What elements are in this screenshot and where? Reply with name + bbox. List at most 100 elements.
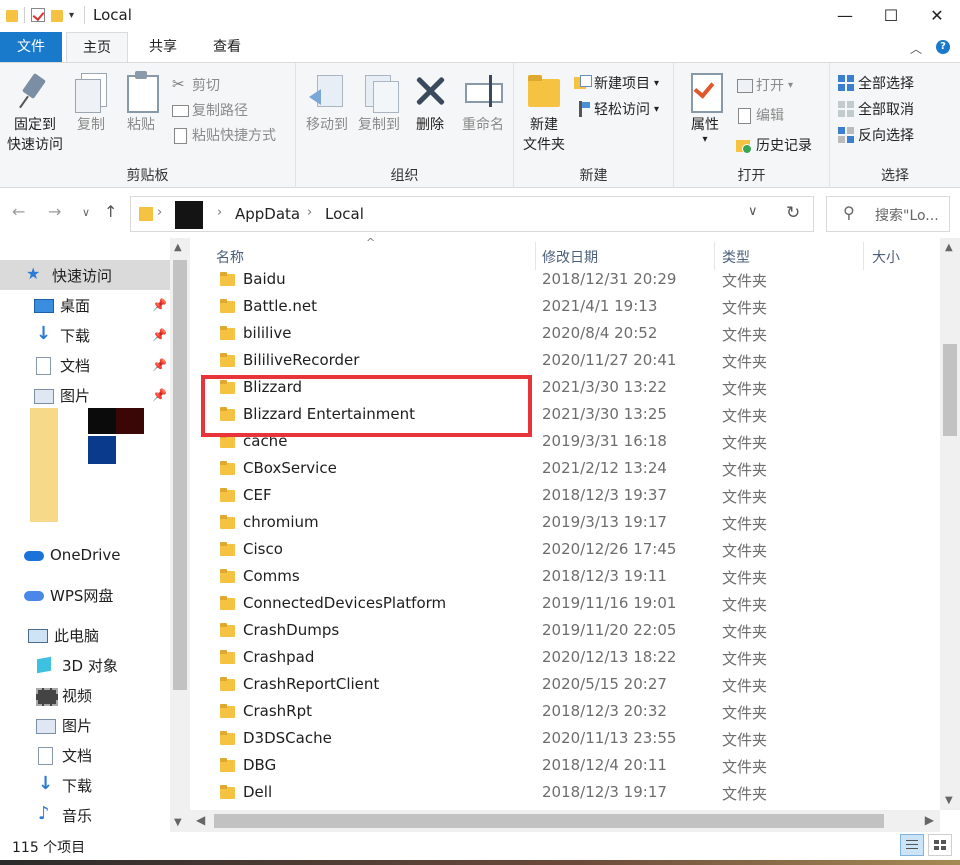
- select-all-button[interactable]: 全部选择: [838, 71, 914, 95]
- details-view-button[interactable]: [900, 834, 924, 856]
- file-row[interactable]: BililiveRecorder 2020/11/27 20:41 文件夹: [190, 347, 940, 374]
- file-row[interactable]: Blizzard 2021/3/30 13:22 文件夹: [190, 374, 940, 401]
- move-to-button[interactable]: 移动到: [300, 71, 354, 135]
- file-row[interactable]: Crashpad 2020/12/13 18:22 文件夹: [190, 644, 940, 671]
- nav-pc-downloads[interactable]: 下载: [36, 770, 92, 800]
- file-row[interactable]: Comms 2018/12/3 19:11 文件夹: [190, 563, 940, 590]
- file-row[interactable]: CrashReportClient 2020/5/15 20:27 文件夹: [190, 671, 940, 698]
- nav-pictures[interactable]: 图片: [34, 380, 90, 410]
- address-history-chevron-icon[interactable]: ∨: [748, 204, 758, 219]
- copy-path-button[interactable]: 复制路径: [172, 98, 248, 122]
- back-arrow-icon[interactable]: ←: [12, 202, 25, 221]
- nav-downloads[interactable]: 下载: [34, 320, 90, 350]
- edit-button[interactable]: 编辑: [736, 103, 784, 127]
- recent-locations-chevron-icon[interactable]: ∨: [82, 206, 90, 219]
- scroll-down-icon[interactable]: ▼: [174, 817, 182, 828]
- history-button[interactable]: 历史记录: [736, 133, 812, 157]
- refresh-icon[interactable]: ↻: [786, 203, 800, 223]
- chevron-right-icon[interactable]: ›: [307, 205, 312, 220]
- tab-home[interactable]: 主页: [66, 32, 128, 62]
- tab-file[interactable]: 文件: [0, 32, 62, 62]
- pin-icon[interactable]: 📌: [152, 298, 167, 312]
- nav-desktop[interactable]: 桌面: [34, 290, 90, 320]
- nav-pc-pictures[interactable]: 图片: [36, 710, 92, 740]
- breadcrumb-local[interactable]: Local: [325, 205, 364, 223]
- file-row[interactable]: CrashRpt 2018/12/3 20:32 文件夹: [190, 698, 940, 725]
- chevron-right-icon[interactable]: ›: [157, 205, 162, 220]
- file-row[interactable]: Battle.net 2021/4/1 19:13 文件夹: [190, 293, 940, 320]
- chevron-right-icon[interactable]: ›: [217, 205, 222, 220]
- nav-music[interactable]: 音乐: [36, 800, 92, 830]
- nav-videos[interactable]: 视频: [36, 680, 92, 710]
- easy-access-button[interactable]: 轻松访问 ▾: [574, 97, 659, 121]
- paste-button[interactable]: 粘贴: [120, 71, 162, 135]
- scroll-up-icon[interactable]: ▲: [174, 242, 182, 253]
- pin-icon[interactable]: 📌: [152, 388, 167, 402]
- rename-button[interactable]: 重命名: [456, 71, 510, 135]
- nav-quick-access[interactable]: 快速访问: [0, 260, 170, 290]
- file-row[interactable]: cache 2019/3/31 16:18 文件夹: [190, 428, 940, 455]
- delete-button[interactable]: 删除: [410, 71, 450, 135]
- file-list-scrollbar[interactable]: ▲ ▼: [940, 238, 960, 810]
- nav-scrollbar[interactable]: ▲ ▼: [170, 238, 190, 832]
- breadcrumb-appdata[interactable]: AppData: [235, 205, 300, 223]
- select-none-button[interactable]: 全部取消: [838, 97, 914, 121]
- column-name[interactable]: 名称: [216, 247, 244, 267]
- column-type[interactable]: 类型: [722, 247, 750, 267]
- chevron-down-icon[interactable]: ▾: [69, 10, 74, 21]
- nav-onedrive[interactable]: OneDrive: [24, 540, 121, 570]
- file-row[interactable]: bililive 2020/8/4 20:52 文件夹: [190, 320, 940, 347]
- properties-checkbox-icon[interactable]: [31, 8, 45, 22]
- scrollbar-thumb[interactable]: [214, 814, 884, 828]
- nav-3d-objects[interactable]: 3D 对象: [36, 650, 118, 680]
- horizontal-scrollbar[interactable]: ◀ ▶: [190, 810, 940, 832]
- scroll-right-icon[interactable]: ▶: [925, 813, 934, 827]
- nav-documents[interactable]: 文档: [34, 350, 90, 380]
- large-icons-view-button[interactable]: [928, 834, 952, 856]
- scrollbar-thumb[interactable]: [173, 260, 187, 690]
- copy-button[interactable]: 复制: [70, 71, 112, 135]
- new-folder-button[interactable]: 新建 文件夹: [518, 71, 570, 155]
- file-row[interactable]: CEF 2018/12/3 19:37 文件夹: [190, 482, 940, 509]
- scroll-up-icon[interactable]: ▲: [945, 242, 953, 253]
- file-row[interactable]: Dell 2018/12/3 19:17 文件夹: [190, 779, 940, 806]
- pin-quick-access-button[interactable]: 固定到 快速访问: [2, 71, 68, 155]
- file-row[interactable]: D3DSCache 2020/11/13 23:55 文件夹: [190, 725, 940, 752]
- new-folder-icon[interactable]: [51, 8, 63, 22]
- file-row[interactable]: Baidu 2018/12/31 20:29 文件夹: [190, 266, 940, 293]
- close-button[interactable]: ✕: [914, 0, 960, 30]
- file-row[interactable]: DBG 2018/12/4 20:11 文件夹: [190, 752, 940, 779]
- scroll-left-icon[interactable]: ◀: [196, 813, 205, 827]
- nav-pc-documents[interactable]: 文档: [36, 740, 92, 770]
- scrollbar-thumb[interactable]: [943, 344, 957, 436]
- invert-selection-button[interactable]: 反向选择: [838, 123, 914, 147]
- file-row[interactable]: CBoxService 2021/2/12 13:24 文件夹: [190, 455, 940, 482]
- file-row[interactable]: Blizzard Entertainment 2021/3/30 13:25 文件夹: [190, 401, 940, 428]
- nav-this-pc[interactable]: 此电脑: [28, 620, 99, 650]
- tab-share[interactable]: 共享: [132, 32, 194, 62]
- file-row[interactable]: ConnectedDevicesPlatform 2019/11/16 19:01…: [190, 590, 940, 617]
- new-item-button[interactable]: 新建项目 ▾: [574, 71, 659, 95]
- properties-button[interactable]: 属性 ▾: [680, 71, 730, 145]
- file-row[interactable]: chromium 2019/3/13 19:17 文件夹: [190, 509, 940, 536]
- column-size[interactable]: 大小: [872, 247, 900, 267]
- open-button[interactable]: 打开 ▾: [736, 73, 793, 97]
- file-row[interactable]: CrashDumps 2019/11/20 22:05 文件夹: [190, 617, 940, 644]
- up-arrow-icon[interactable]: ↑: [104, 202, 117, 221]
- minimize-button[interactable]: —: [822, 0, 868, 30]
- file-row[interactable]: Cisco 2020/12/26 17:45 文件夹: [190, 536, 940, 563]
- pin-icon[interactable]: 📌: [152, 358, 167, 372]
- copy-to-button[interactable]: 复制到: [352, 71, 406, 135]
- address-bar[interactable]: › › AppData › Local: [130, 196, 814, 232]
- nav-wps-drive[interactable]: WPS网盘: [24, 580, 113, 610]
- paste-shortcut-button[interactable]: 粘贴快捷方式: [172, 123, 276, 147]
- pin-icon[interactable]: 📌: [152, 328, 167, 342]
- forward-arrow-icon[interactable]: →: [48, 202, 61, 221]
- scroll-down-icon[interactable]: ▼: [945, 795, 953, 806]
- column-date[interactable]: 修改日期: [542, 247, 598, 267]
- cut-button[interactable]: 剪切: [172, 73, 220, 97]
- search-box[interactable]: ⚲ 搜索"Lo...: [826, 196, 950, 232]
- maximize-button[interactable]: ☐: [868, 0, 914, 30]
- collapse-ribbon-icon[interactable]: ︿: [910, 40, 922, 57]
- help-icon[interactable]: ?: [936, 40, 950, 54]
